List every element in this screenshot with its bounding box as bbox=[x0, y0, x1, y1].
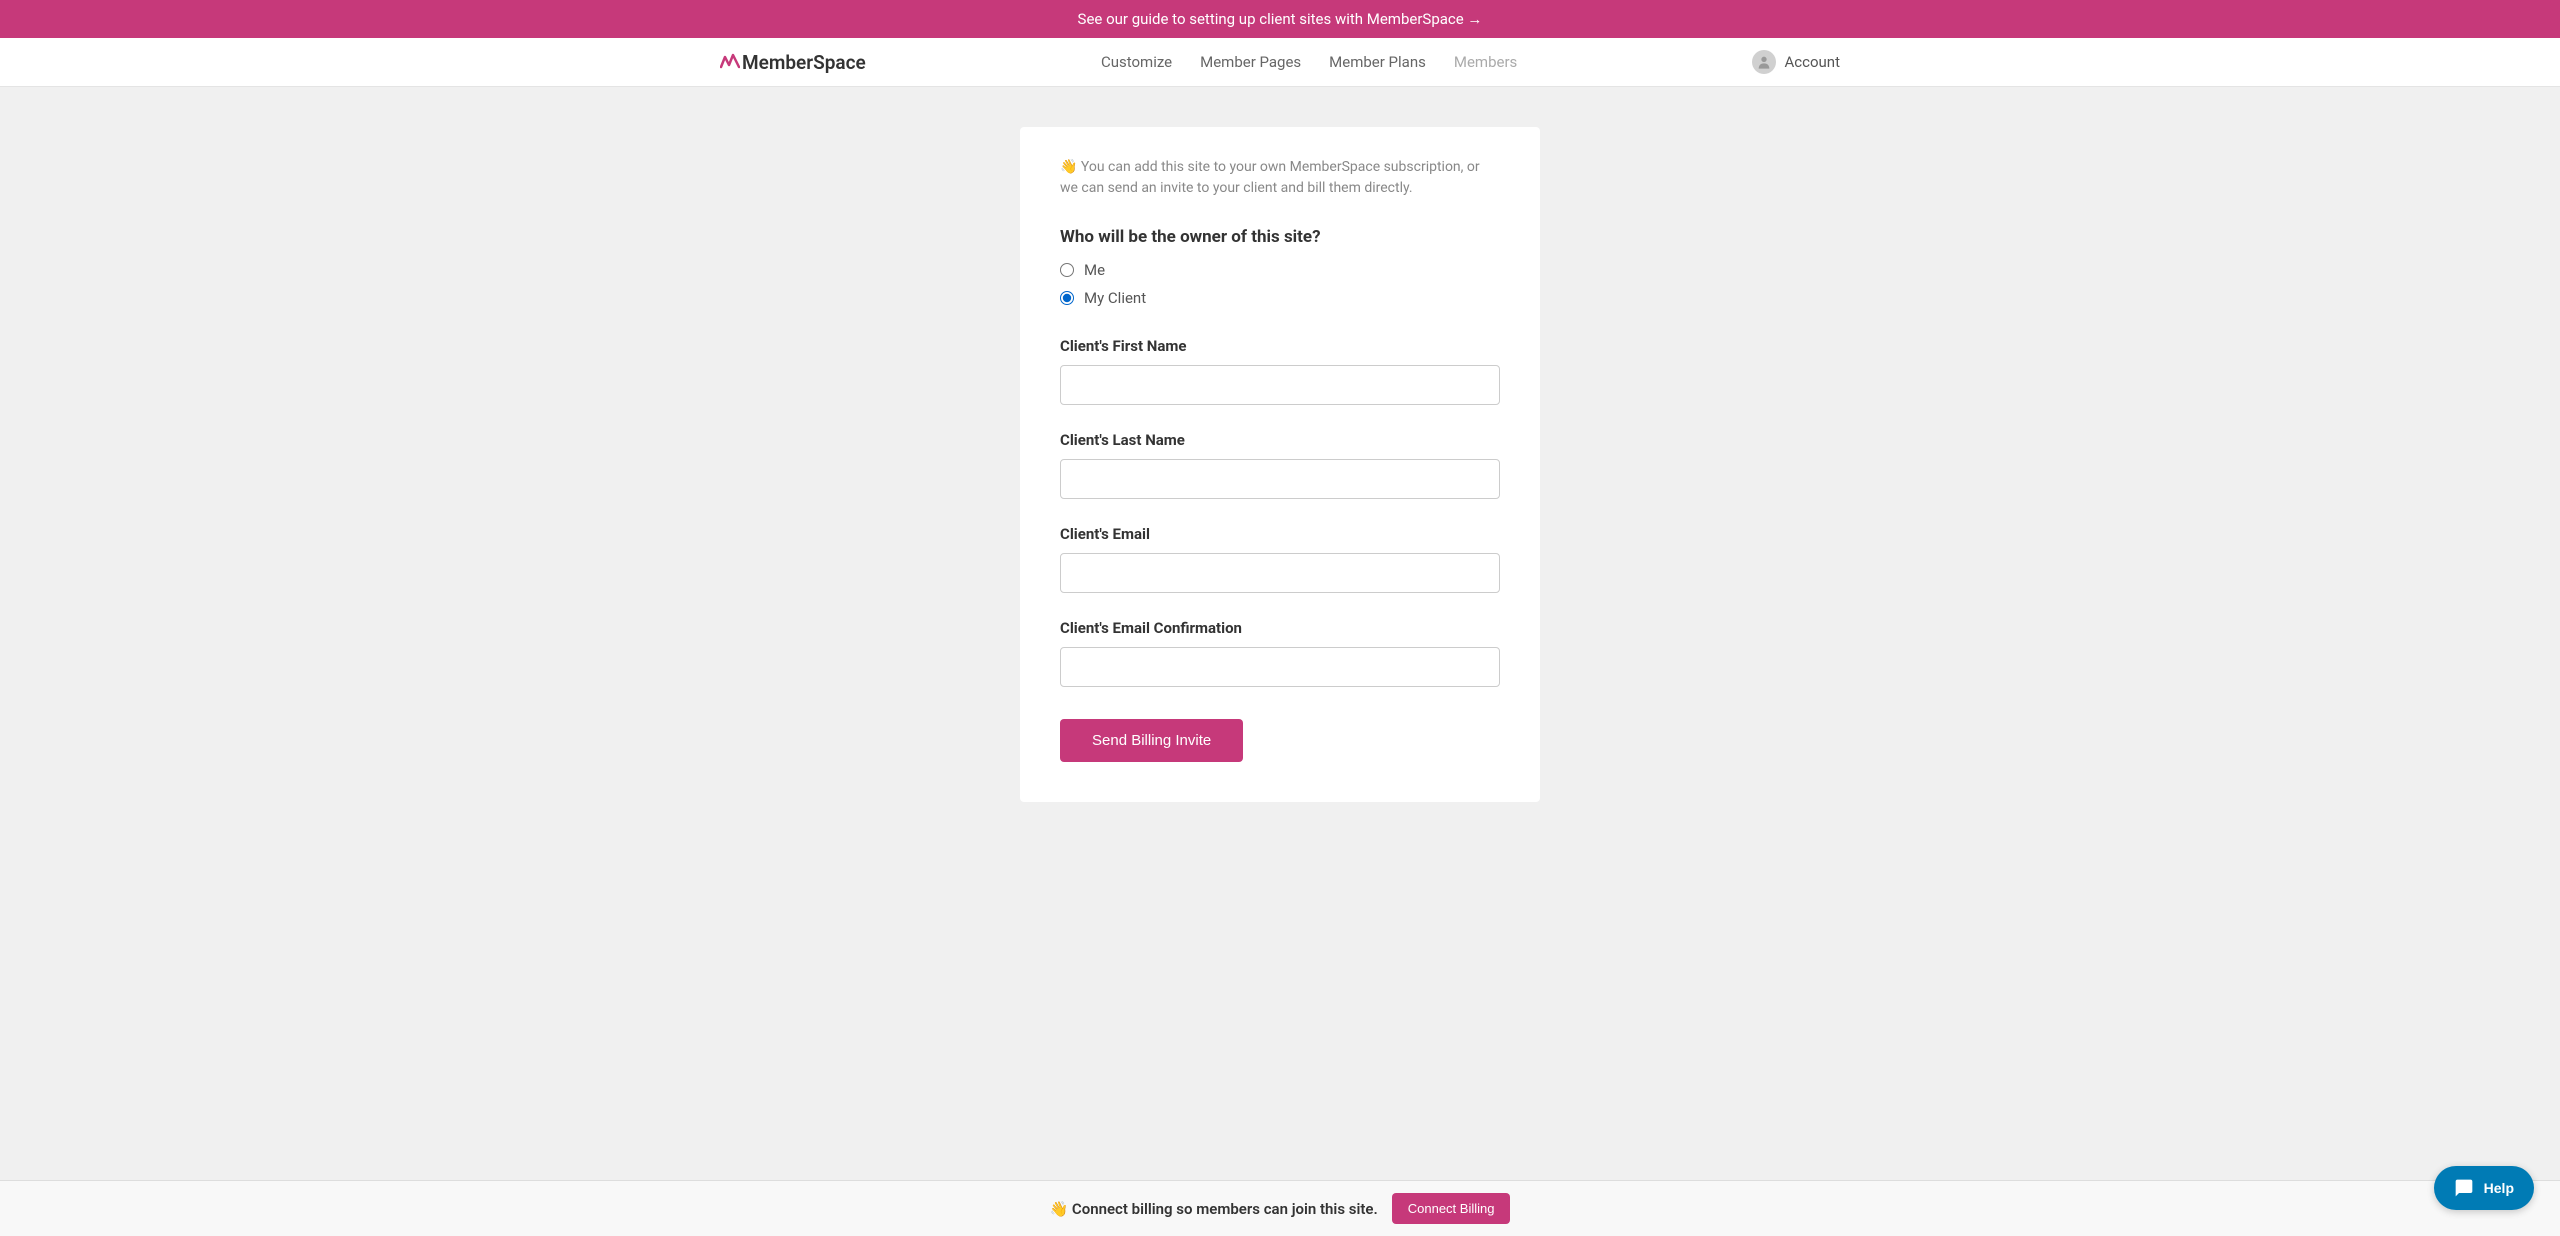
account-section[interactable]: Account bbox=[1752, 50, 1840, 74]
email-field: Client's Email bbox=[1060, 525, 1500, 593]
last-name-label: Client's Last Name bbox=[1060, 431, 1500, 449]
nav-links: Customize Member Pages Member Plans Memb… bbox=[1101, 53, 1517, 71]
last-name-field: Client's Last Name bbox=[1060, 431, 1500, 499]
send-billing-invite-button[interactable]: Send Billing Invite bbox=[1060, 719, 1243, 762]
billing-footer-text: 👋 Connect billing so members can join th… bbox=[1050, 1200, 1378, 1218]
first-name-field: Client's First Name bbox=[1060, 337, 1500, 405]
logo[interactable]: MemberSpace bbox=[720, 51, 866, 74]
nav-customize[interactable]: Customize bbox=[1101, 53, 1172, 71]
owner-question: Who will be the owner of this site? bbox=[1060, 227, 1500, 247]
radio-client-input[interactable] bbox=[1060, 291, 1074, 305]
radio-me-input[interactable] bbox=[1060, 263, 1074, 277]
help-label: Help bbox=[2484, 1180, 2514, 1196]
logo-text: MemberSpace bbox=[742, 51, 866, 74]
form-card: 👋 You can add this site to your own Memb… bbox=[1020, 127, 1540, 802]
help-icon bbox=[2454, 1178, 2474, 1198]
help-button[interactable]: Help bbox=[2434, 1166, 2534, 1210]
email-confirm-input[interactable] bbox=[1060, 647, 1500, 687]
logo-icon bbox=[720, 51, 740, 74]
first-name-label: Client's First Name bbox=[1060, 337, 1500, 355]
nav-members[interactable]: Members bbox=[1454, 53, 1517, 71]
email-confirm-field: Client's Email Confirmation bbox=[1060, 619, 1500, 687]
email-confirm-label: Client's Email Confirmation bbox=[1060, 619, 1500, 637]
radio-me-label: Me bbox=[1084, 261, 1105, 279]
email-label: Client's Email bbox=[1060, 525, 1500, 543]
email-input[interactable] bbox=[1060, 553, 1500, 593]
content-area: 👋 You can add this site to your own Memb… bbox=[0, 87, 2560, 902]
connect-billing-button[interactable]: Connect Billing bbox=[1392, 1193, 1511, 1224]
nav-member-plans[interactable]: Member Plans bbox=[1329, 53, 1426, 71]
billing-footer: 👋 Connect billing so members can join th… bbox=[0, 1180, 2560, 1236]
radio-option-client[interactable]: My Client bbox=[1060, 289, 1500, 307]
header-inner: MemberSpace Customize Member Pages Membe… bbox=[680, 50, 1880, 74]
main-header: MemberSpace Customize Member Pages Membe… bbox=[0, 38, 2560, 87]
guide-banner-text: See our guide to setting up client sites… bbox=[1078, 10, 1483, 28]
guide-banner[interactable]: See our guide to setting up client sites… bbox=[0, 0, 2560, 38]
account-label: Account bbox=[1784, 53, 1840, 71]
nav-member-pages[interactable]: Member Pages bbox=[1200, 53, 1301, 71]
owner-radio-group: Me My Client bbox=[1060, 261, 1500, 307]
radio-option-me[interactable]: Me bbox=[1060, 261, 1500, 279]
radio-client-label: My Client bbox=[1084, 289, 1146, 307]
avatar-icon bbox=[1752, 50, 1776, 74]
intro-text: 👋 You can add this site to your own Memb… bbox=[1060, 157, 1500, 199]
last-name-input[interactable] bbox=[1060, 459, 1500, 499]
first-name-input[interactable] bbox=[1060, 365, 1500, 405]
